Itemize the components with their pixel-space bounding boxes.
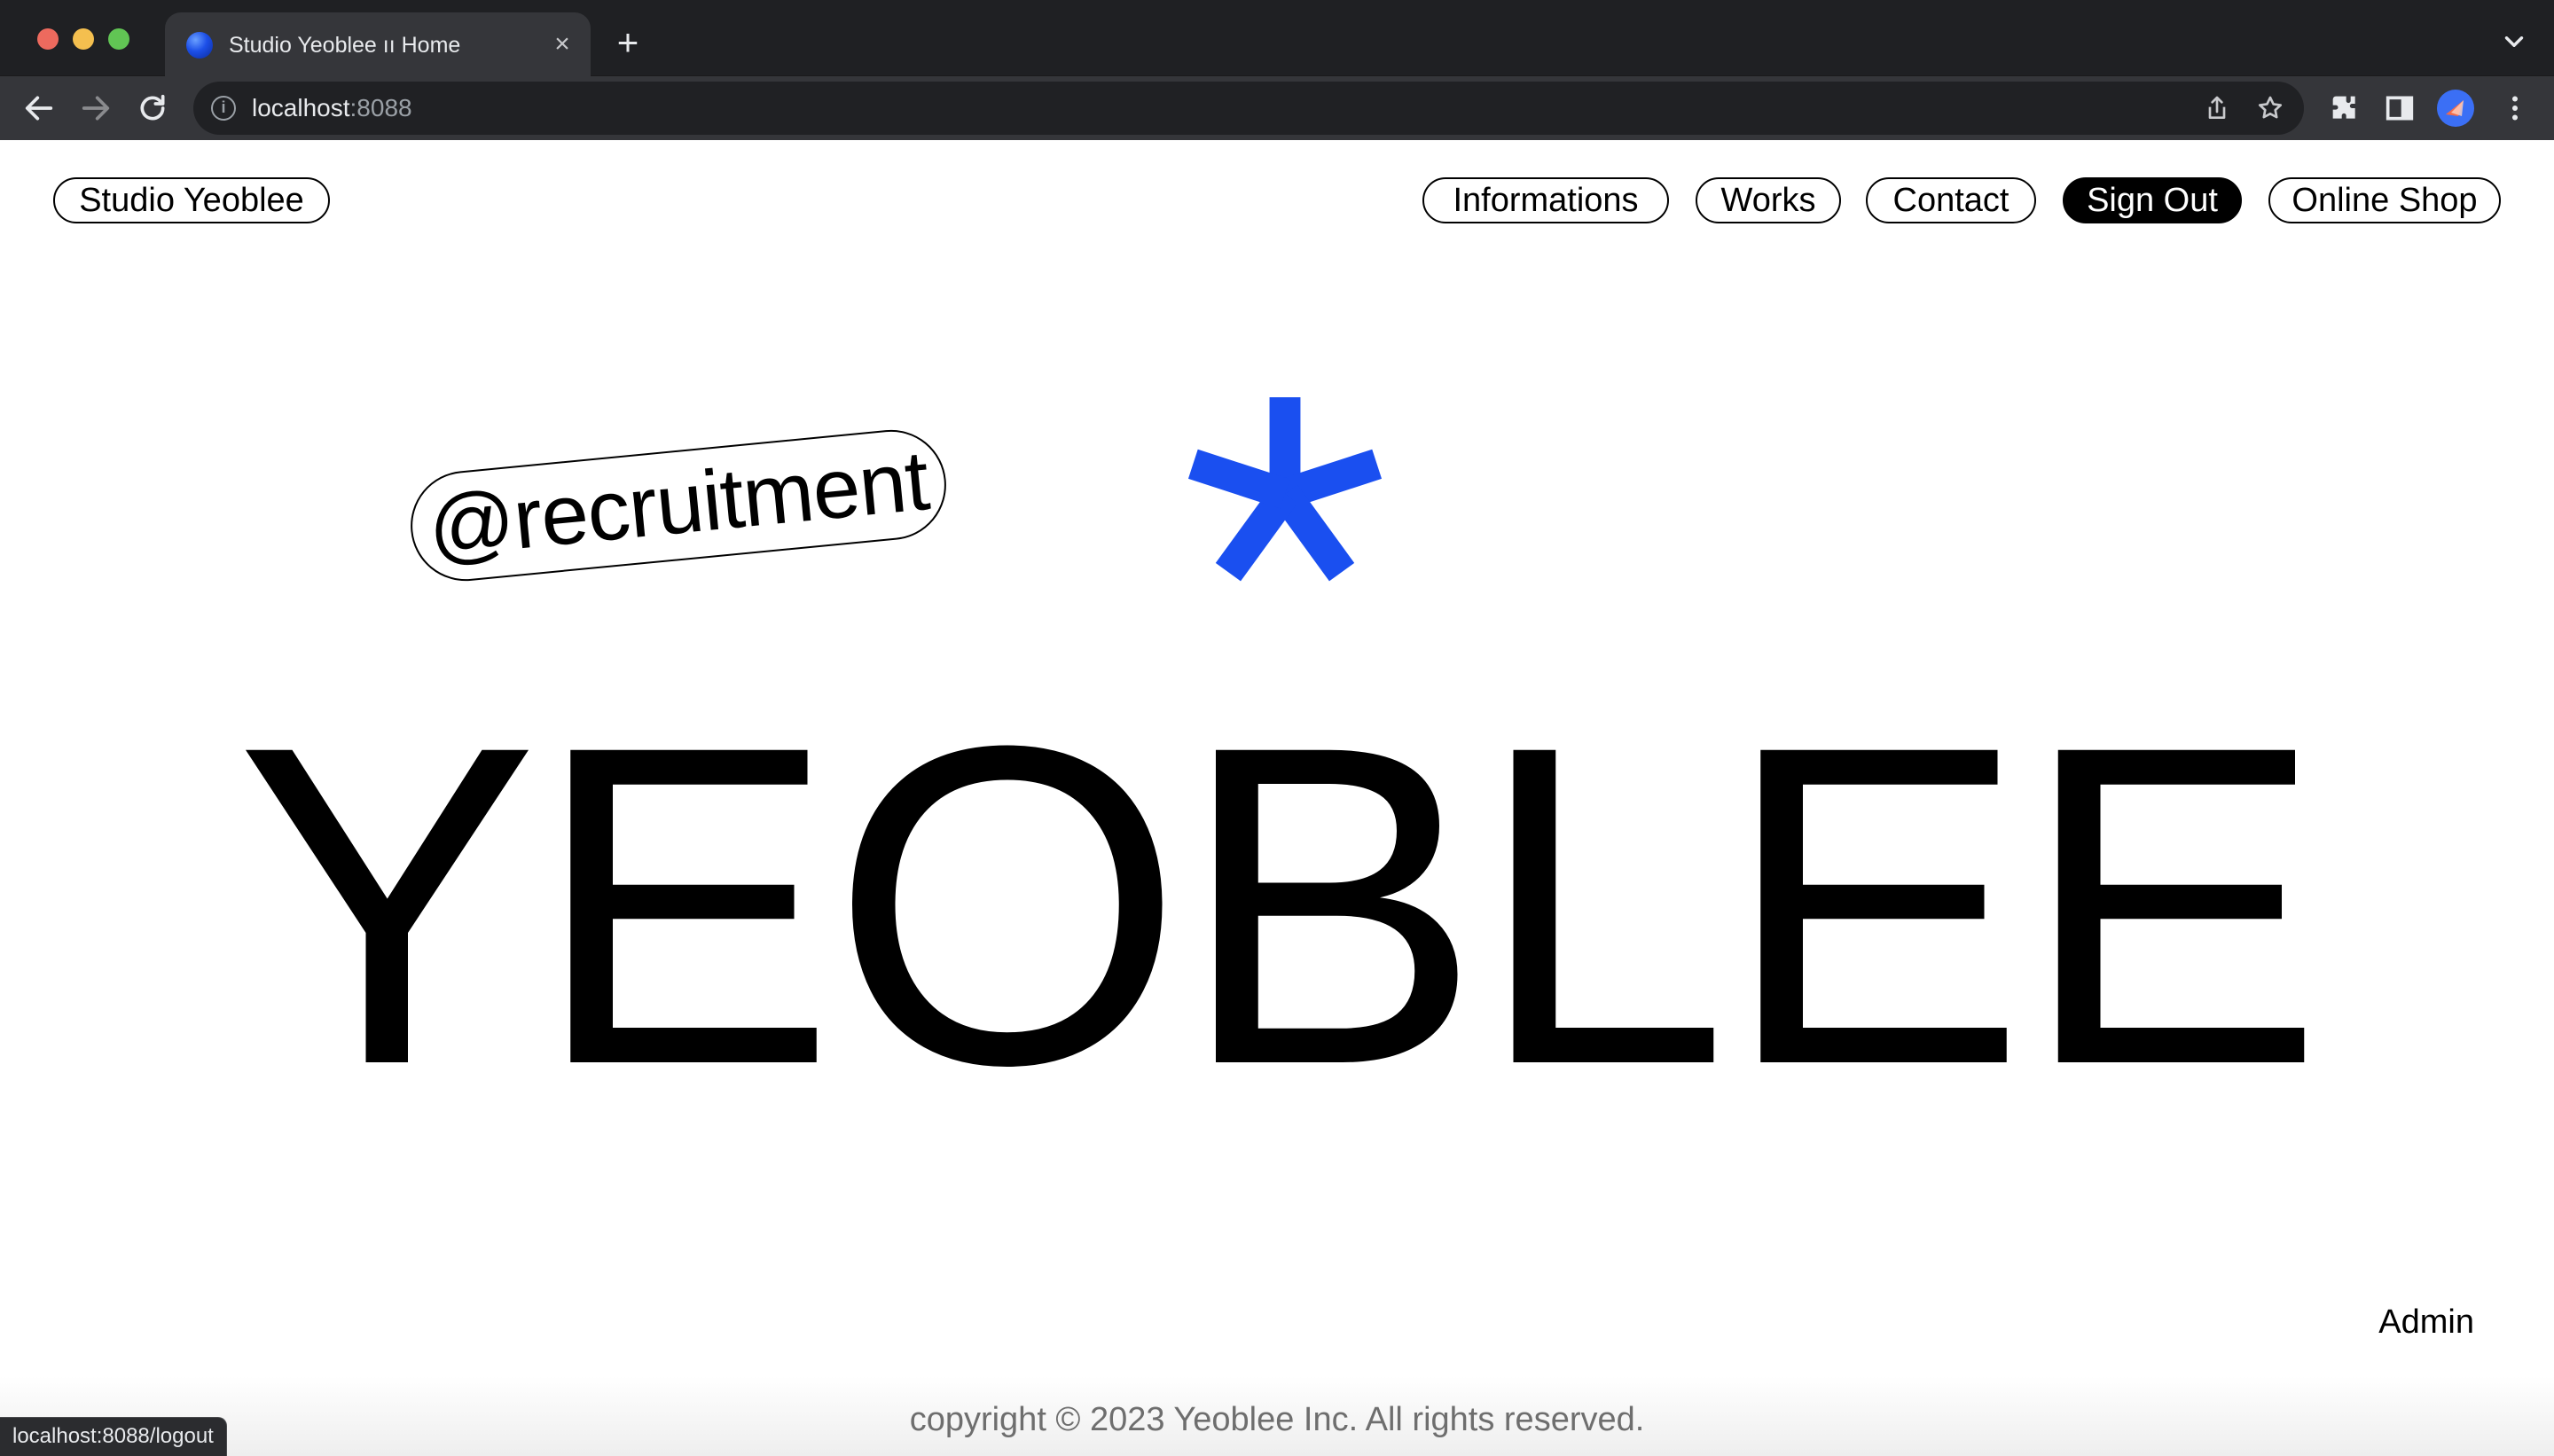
yeoblee-wordmark: YEOBLEE <box>235 651 2324 1159</box>
minimize-window-button[interactable] <box>73 28 94 50</box>
address-url[interactable]: localhost:8088 <box>252 93 412 123</box>
copyright-text: copyright © 2023 Yeoblee Inc. All rights… <box>909 1401 1645 1438</box>
maximize-window-button[interactable] <box>108 28 129 50</box>
bookmark-star-icon[interactable] <box>2256 94 2284 122</box>
nav-online-shop-link[interactable]: Online Shop <box>2268 177 2501 223</box>
link-status-tooltip: localhost:8088/logout <box>0 1417 227 1456</box>
browser-toolbar: i localhost:8088 <box>0 76 2554 140</box>
browser-tab-active[interactable]: Studio Yeoblee ıı Home × <box>165 12 591 76</box>
globe-favicon-icon <box>186 32 213 59</box>
back-arrow-icon[interactable] <box>21 90 57 126</box>
tab-title: Studio Yeoblee ıı Home <box>229 33 461 58</box>
extensions-puzzle-icon[interactable] <box>2327 90 2362 126</box>
url-port: :8088 <box>349 94 412 121</box>
more-menu-icon[interactable] <box>2499 90 2531 126</box>
nav-works-link[interactable]: Works <box>1696 177 1841 223</box>
new-tab-button[interactable]: + <box>610 24 646 61</box>
share-icon[interactable] <box>2203 94 2231 122</box>
nav-contact-link[interactable]: Contact <box>1866 177 2036 223</box>
nav-informations-link[interactable]: Informations <box>1422 177 1669 223</box>
url-host: localhost <box>252 94 350 121</box>
site-info-icon[interactable]: i <box>211 96 236 121</box>
asterisk-icon <box>1188 397 1382 582</box>
address-bar[interactable]: i localhost:8088 <box>193 82 2304 135</box>
tab-close-icon[interactable]: × <box>546 28 578 60</box>
side-panel-icon[interactable] <box>2382 90 2417 126</box>
profile-avatar[interactable] <box>2437 90 2474 127</box>
recruitment-badge[interactable]: @recruitment <box>405 425 952 586</box>
admin-link[interactable]: Admin <box>2378 1302 2474 1342</box>
sign-out-button[interactable]: Sign Out <box>2063 177 2242 223</box>
browser-tab-strip: Studio Yeoblee ıı Home × + <box>0 0 2554 76</box>
forward-arrow-icon[interactable] <box>78 90 114 126</box>
brand-home-link[interactable]: Studio Yeoblee <box>53 177 330 223</box>
profile-bird-icon <box>2446 100 2464 116</box>
reload-icon[interactable] <box>135 90 170 126</box>
chevron-down-icon[interactable] <box>2499 27 2529 57</box>
close-window-button[interactable] <box>37 28 59 50</box>
page-viewport: Studio Yeoblee Informations Works Contac… <box>0 140 2554 1456</box>
